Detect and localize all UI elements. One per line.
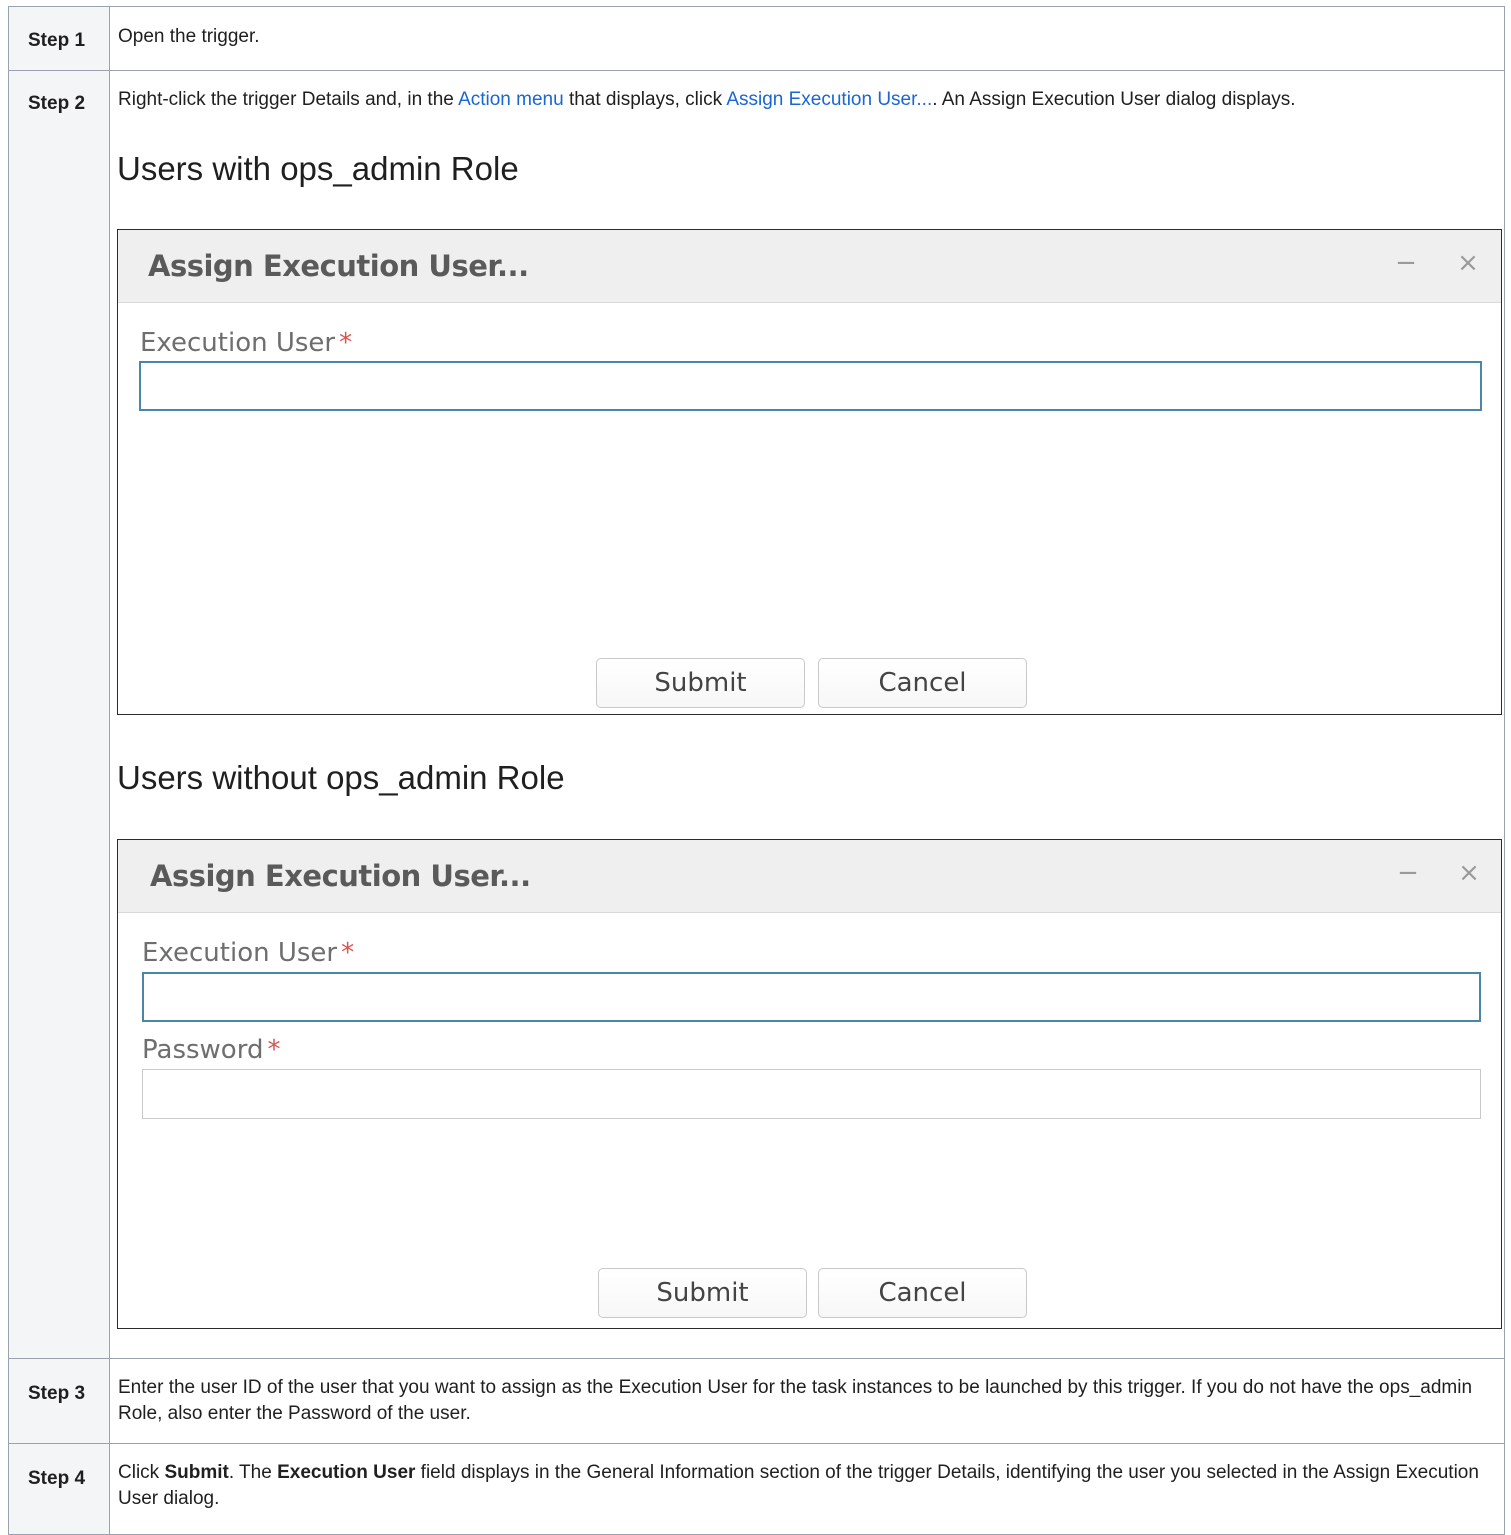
step-label-cell: Step 2 [8,70,110,1359]
password-label: Password * [142,1035,280,1065]
step-label-cell: Step 4 [8,1443,110,1535]
step-label: Step 1 [28,30,86,51]
execution-user-input[interactable] [139,361,1482,411]
cancel-button[interactable]: Cancel [818,658,1027,708]
step-content-cell: Open the trigger. [109,6,1505,71]
step-label: Step 2 [28,93,86,114]
execution-user-emphasis: Execution User [277,1462,416,1483]
cancel-button[interactable]: Cancel [818,1268,1027,1318]
field-label-text: Execution User [140,328,336,358]
step-text-part: Click [118,1462,165,1483]
step-content-cell: Enter the user ID of the user that you w… [109,1358,1505,1444]
step-text-part: . The [228,1462,278,1483]
step-text: Right-click the trigger Details and, in … [110,71,1504,113]
steps-table: Step 1 Open the trigger. Step 2 Right-cl… [8,6,1505,1535]
section-heading-non-admin: Users without ops_admin Role [117,759,565,796]
step-row-1: Step 1 Open the trigger. [8,6,1505,71]
step-text: Enter the user ID of the user that you w… [118,1377,1473,1424]
field-label-text: Password [142,1035,264,1065]
assign-execution-user-dialog-non-admin: Assign Execution User... − × Execution U… [117,839,1502,1329]
action-menu-link[interactable]: Action menu [458,89,564,110]
execution-user-input[interactable] [142,972,1481,1022]
password-input[interactable] [142,1069,1481,1119]
dialog-header: Assign Execution User... − × [118,230,1501,303]
submit-button[interactable]: Submit [598,1268,807,1318]
step-label-cell: Step 1 [8,6,110,71]
minimize-icon[interactable]: − [1393,858,1423,888]
step-content-cell: Click Submit. The Execution User field d… [109,1443,1505,1535]
assign-execution-user-link[interactable]: Assign Execution User... [726,89,932,110]
close-icon[interactable]: × [1453,248,1483,278]
step-text-part: that displays, click [563,89,727,110]
step-label: Step 4 [28,1468,86,1489]
step-text: Click Submit. The Execution User field d… [110,1444,1504,1512]
minimize-icon[interactable]: − [1391,248,1421,278]
step-text-part: Right-click the trigger Details and, in … [118,89,459,110]
execution-user-label: Execution User * [142,938,354,968]
step-label-cell: Step 3 [8,1358,110,1444]
field-label-text: Execution User [142,938,338,968]
step-row-2: Step 2 Right-click the trigger Details a… [8,70,1505,1359]
submit-emphasis: Submit [164,1462,229,1483]
dialog-title: Assign Execution User... [148,249,529,283]
section-heading-admin: Users with ops_admin Role [117,150,519,187]
execution-user-label: Execution User * [140,328,352,358]
step-content-cell: Right-click the trigger Details and, in … [109,70,1505,1359]
assign-execution-user-dialog-admin: Assign Execution User... − × Execution U… [117,229,1502,715]
dialog-header: Assign Execution User... − × [118,840,1501,913]
submit-button[interactable]: Submit [596,658,805,708]
required-mark: * [267,1035,281,1065]
step-row-3: Step 3 Enter the user ID of the user tha… [8,1358,1505,1444]
step-row-4: Step 4 Click Submit. The Execution User … [8,1443,1505,1535]
required-mark: * [341,938,355,968]
step-text-part: . An Assign Execution User dialog displa… [932,89,1296,110]
step-text: Open the trigger. [118,26,260,47]
close-icon[interactable]: × [1454,858,1484,888]
required-mark: * [339,328,353,358]
dialog-title: Assign Execution User... [150,859,531,893]
step-label: Step 3 [28,1383,86,1404]
